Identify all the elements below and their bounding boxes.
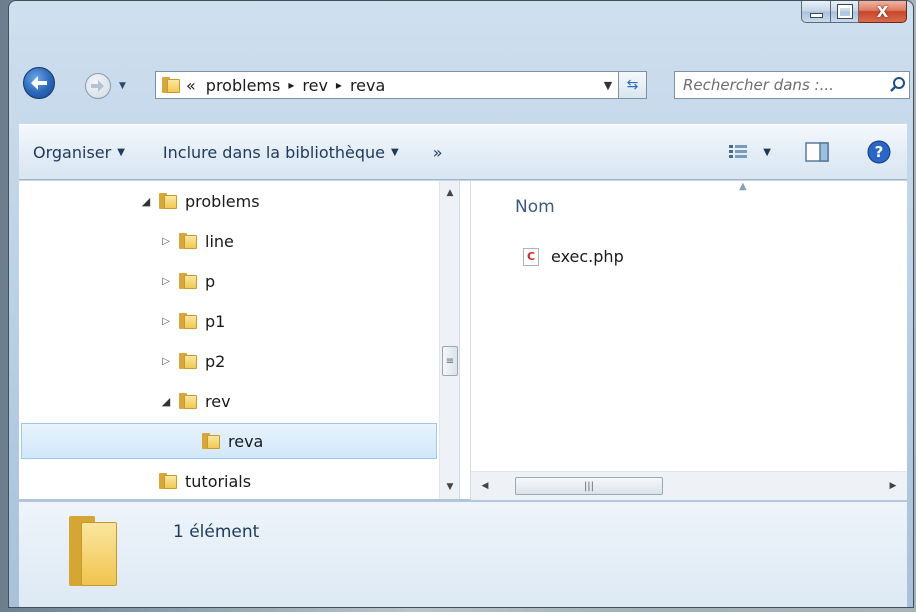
breadcrumb-separator-icon[interactable]: ▸: [336, 78, 342, 92]
refresh-button[interactable]: ⇆: [619, 71, 647, 99]
more-commands-button[interactable]: »: [423, 143, 453, 162]
tree-item-label: p2: [205, 351, 226, 371]
tree-item-p[interactable]: ▷ p: [159, 263, 215, 299]
maximize-icon: [836, 4, 853, 19]
tree-item-label: tutorials: [185, 471, 252, 491]
forward-button[interactable]: [85, 73, 111, 99]
file-list-scrollbar[interactable]: ◀ ||| ▶: [471, 471, 907, 500]
back-arrow-icon: [31, 76, 47, 90]
tree-item-line[interactable]: ▷ line: [159, 223, 234, 259]
refresh-icon: ⇆: [626, 77, 639, 93]
search-input[interactable]: [675, 75, 875, 95]
column-header-name[interactable]: Nom: [515, 197, 555, 217]
file-list: ▲ Nom C exec.php: [471, 181, 907, 471]
chevron-down-icon: ▼: [391, 146, 399, 158]
tree-item-label: line: [205, 231, 234, 251]
minimize-icon: [809, 13, 823, 18]
svg-text:?: ?: [875, 143, 884, 161]
breadcrumb-separator-icon[interactable]: ▸: [288, 78, 294, 92]
search-icon[interactable]: [889, 76, 907, 94]
address-bar[interactable]: « problems ▸ rev ▸ reva ▼: [155, 71, 619, 99]
details-pane: 1 élément: [19, 501, 907, 607]
tree-item-label: p1: [205, 311, 226, 331]
breadcrumb-overflow[interactable]: «: [186, 76, 196, 95]
preview-pane-icon: [805, 142, 829, 162]
scroll-down-icon[interactable]: ▼: [440, 477, 460, 497]
file-item-exec-php[interactable]: C exec.php: [523, 247, 624, 266]
breadcrumb: « problems ▸ rev ▸ reva: [186, 76, 598, 95]
details-view-icon: [729, 145, 748, 158]
folder-icon: [179, 233, 197, 249]
expander-open-icon[interactable]: ◢: [159, 395, 173, 408]
scroll-thumb[interactable]: ≡: [442, 346, 458, 376]
folder-icon: [179, 353, 197, 369]
tree-item-label: problems: [185, 191, 260, 211]
address-dropdown-icon[interactable]: ▼: [598, 79, 618, 92]
close-icon: X: [876, 2, 889, 21]
close-button[interactable]: X: [859, 1, 907, 23]
folder-icon: [202, 433, 220, 449]
folder-icon: [179, 393, 197, 409]
pane-splitter[interactable]: [459, 181, 471, 499]
navigation-pane-scrollbar[interactable]: ▲ ≡ ▼: [439, 181, 460, 499]
folder-icon: [159, 193, 177, 209]
navigation-bar: ▼ « problems ▸ rev ▸ reva ▼ ⇆: [9, 63, 913, 103]
preview-pane-button[interactable]: [795, 142, 839, 162]
tree-item-label: p: [205, 271, 216, 291]
organize-label: Organiser: [33, 142, 112, 162]
recent-pages-dropdown-icon[interactable]: ▼: [119, 81, 126, 91]
explorer-window: X ▼ « problems ▸ rev ▸ reva ▼ ⇆ Recherch…: [8, 0, 914, 608]
folder-icon: [179, 273, 197, 289]
tree-item-tutorials[interactable]: tutorials: [159, 463, 251, 499]
search-box[interactable]: [674, 71, 910, 99]
caption-buttons: X: [801, 1, 907, 23]
scroll-thumb[interactable]: |||: [515, 477, 663, 495]
folder-icon: [159, 473, 177, 489]
tree-item-reva[interactable]: reva: [21, 423, 437, 459]
tree-item-rev[interactable]: ◢ rev: [159, 383, 231, 419]
sort-ascending-icon: ▲: [739, 181, 747, 192]
expander-closed-icon[interactable]: ▷: [159, 276, 173, 287]
minimize-button[interactable]: [801, 1, 831, 23]
folder-large-icon: [69, 516, 119, 586]
organize-button[interactable]: Organiser ▼: [23, 143, 135, 162]
forward-arrow-icon: [91, 80, 104, 92]
tree-item-problems[interactable]: ◢ problems: [139, 183, 260, 219]
expander-closed-icon[interactable]: ▷: [159, 316, 173, 327]
breadcrumb-reva[interactable]: reva: [350, 76, 385, 95]
help-icon: ?: [867, 140, 891, 164]
tree-item-p2[interactable]: ▷ p2: [159, 343, 225, 379]
include-in-library-button[interactable]: Inclure dans la bibliothèque ▼: [153, 143, 409, 162]
include-label: Inclure dans la bibliothèque: [162, 142, 385, 162]
tree-item-label: reva: [228, 431, 264, 451]
expander-closed-icon[interactable]: ▷: [159, 236, 173, 247]
scroll-up-icon[interactable]: ▲: [440, 183, 460, 203]
more-label: »: [432, 142, 443, 162]
maximize-button[interactable]: [831, 1, 859, 23]
breadcrumb-rev[interactable]: rev: [302, 76, 328, 95]
tree-item-label: rev: [205, 391, 231, 411]
scroll-right-icon[interactable]: ▶: [883, 476, 903, 496]
expander-closed-icon[interactable]: ▷: [159, 356, 173, 367]
tree-item-p1[interactable]: ▷ p1: [159, 303, 225, 339]
help-button[interactable]: ?: [857, 140, 901, 164]
navigation-pane: ◢ problems ▷ line ▷ p ▷ p1 ▷ p2 ◢ rev re…: [19, 181, 459, 499]
breadcrumb-problems[interactable]: problems: [206, 76, 281, 95]
folder-icon: [179, 313, 197, 329]
item-count: 1 élément: [173, 522, 260, 542]
chevron-down-icon[interactable]: ▼: [763, 147, 771, 158]
expander-open-icon[interactable]: ◢: [139, 195, 153, 208]
scroll-left-icon[interactable]: ◀: [475, 476, 495, 496]
change-view-button[interactable]: ▼: [719, 144, 781, 160]
file-name: exec.php: [551, 247, 624, 266]
command-bar: Organiser ▼ Inclure dans la bibliothèque…: [19, 124, 907, 180]
chevron-down-icon: ▼: [117, 146, 125, 158]
folder-icon: [156, 77, 186, 93]
php-file-icon: C: [523, 247, 539, 266]
back-button[interactable]: [23, 67, 55, 99]
